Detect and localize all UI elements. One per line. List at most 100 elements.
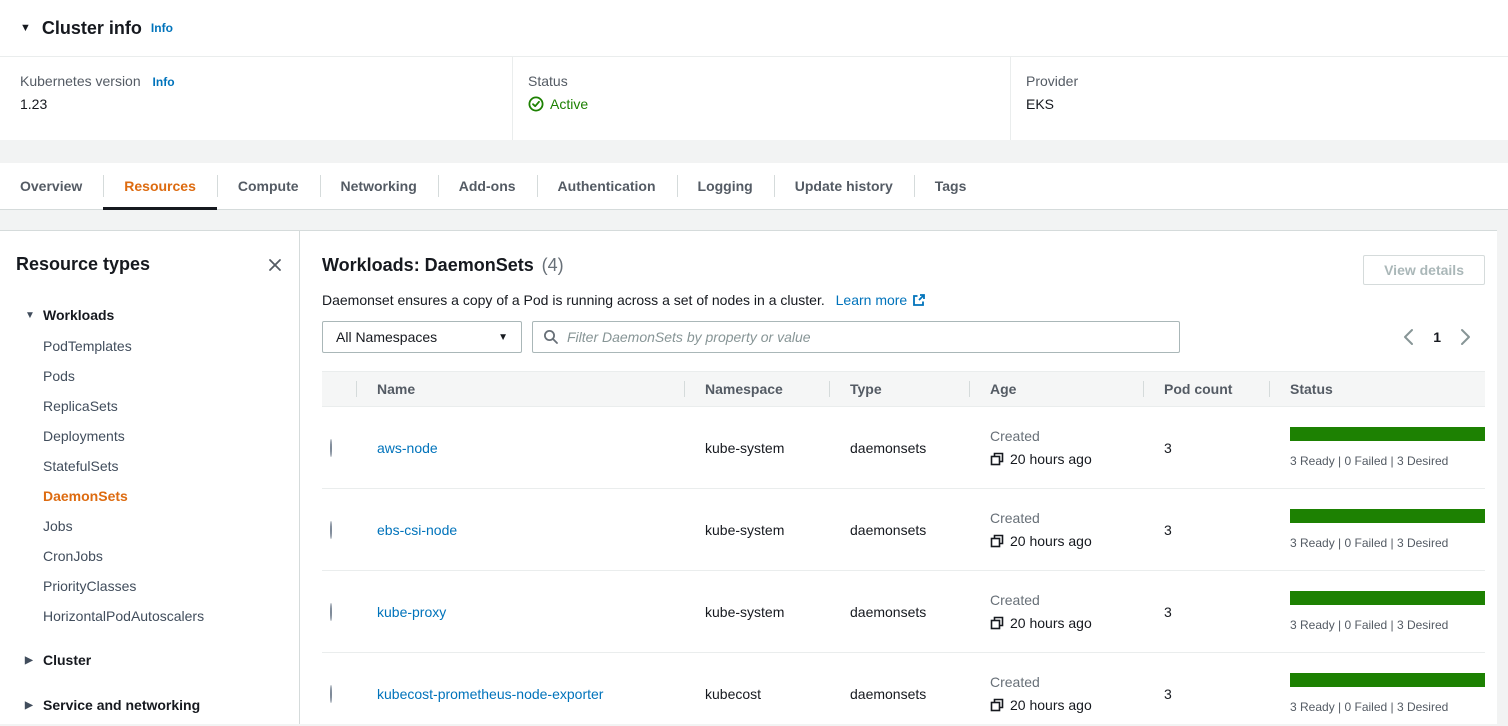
cluster-info-card: ▼ Cluster info Info Kubernetes version I… <box>0 0 1508 140</box>
type-cell: daemonsets <box>829 686 969 702</box>
row-select-radio[interactable] <box>330 685 332 703</box>
sidebar-item-deployments[interactable]: Deployments <box>43 421 285 451</box>
tab-logging[interactable]: Logging <box>677 163 774 209</box>
learn-more-link[interactable]: Learn more <box>836 292 927 308</box>
namespace-cell: kube-system <box>684 440 829 456</box>
row-select-radio[interactable] <box>330 521 332 539</box>
type-cell: daemonsets <box>829 604 969 620</box>
status-cell: 3 Ready | 0 Failed | 3 Desired <box>1269 427 1485 468</box>
sidebar-group-service-and-networking[interactable]: ▶ Service and networking <box>16 689 285 721</box>
provider-label: Provider <box>1026 73 1508 89</box>
copy-icon[interactable] <box>990 616 1004 630</box>
content-area: Resource types ▼ Workloads PodTemplates … <box>0 230 1497 724</box>
daemonset-name-link[interactable]: kubecost-prometheus-node-exporter <box>377 686 603 702</box>
status-bar <box>1290 673 1485 687</box>
column-header-namespace[interactable]: Namespace <box>684 372 829 406</box>
caret-right-icon: ▶ <box>25 655 43 666</box>
view-details-button[interactable]: View details <box>1363 255 1485 285</box>
age-cell: Created 20 hours ago <box>969 510 1143 549</box>
chevron-down-icon: ▼ <box>498 332 508 343</box>
status-bar <box>1290 509 1485 523</box>
table-row: kubecost-prometheus-node-exporter kubeco… <box>322 653 1485 726</box>
tab-authentication[interactable]: Authentication <box>537 163 677 209</box>
caret-down-icon[interactable]: ▼ <box>20 22 31 34</box>
status-cell: 3 Ready | 0 Failed | 3 Desired <box>1269 591 1485 632</box>
close-icon[interactable] <box>265 255 285 275</box>
table-header: Name Namespace Type Age Pod count Status <box>322 371 1485 407</box>
column-header-status[interactable]: Status <box>1269 372 1485 406</box>
sidebar-group-cluster[interactable]: ▶ Cluster <box>16 644 285 676</box>
age-cell: Created 20 hours ago <box>969 674 1143 713</box>
tab-bar: Overview Resources Compute Networking Ad… <box>0 163 1508 210</box>
tab-update-history[interactable]: Update history <box>774 163 914 209</box>
namespace-cell: kubecost <box>684 686 829 702</box>
copy-icon[interactable] <box>990 534 1004 548</box>
resource-types-title: Resource types <box>16 254 150 275</box>
sidebar-group-workloads[interactable]: ▼ Workloads <box>16 299 285 331</box>
tab-tags[interactable]: Tags <box>914 163 988 209</box>
column-header-age[interactable]: Age <box>969 372 1143 406</box>
row-select-radio[interactable] <box>330 439 332 457</box>
check-circle-icon <box>528 96 544 112</box>
status-cell: 3 Ready | 0 Failed | 3 Desired <box>1269 673 1485 714</box>
sidebar-item-statefulsets[interactable]: StatefulSets <box>43 451 285 481</box>
pod-count-cell: 3 <box>1143 440 1269 456</box>
column-header-pod-count[interactable]: Pod count <box>1143 372 1269 406</box>
sidebar-item-priorityclasses[interactable]: PriorityClasses <box>43 571 285 601</box>
sidebar-item-podtemplates[interactable]: PodTemplates <box>43 331 285 361</box>
sidebar-item-daemonsets[interactable]: DaemonSets <box>43 481 285 511</box>
provider-field: Provider EKS <box>1010 57 1508 140</box>
daemonset-name-link[interactable]: aws-node <box>377 440 438 456</box>
tab-overview[interactable]: Overview <box>0 163 103 209</box>
resource-types-panel: Resource types ▼ Workloads PodTemplates … <box>0 231 300 724</box>
sidebar-item-pods[interactable]: Pods <box>43 361 285 391</box>
sidebar-item-jobs[interactable]: Jobs <box>43 511 285 541</box>
page-number[interactable]: 1 <box>1433 329 1441 345</box>
status-bar <box>1290 591 1485 605</box>
pod-count-cell: 3 <box>1143 686 1269 702</box>
kubernetes-version-field: Kubernetes version Info 1.23 <box>0 57 512 140</box>
table-row: ebs-csi-node kube-system daemonsets Crea… <box>322 489 1485 571</box>
pod-count-cell: 3 <box>1143 522 1269 538</box>
age-cell: Created 20 hours ago <box>969 592 1143 631</box>
tab-add-ons[interactable]: Add-ons <box>438 163 537 209</box>
column-header-type[interactable]: Type <box>829 372 969 406</box>
caret-right-icon: ▶ <box>25 700 43 711</box>
search-input[interactable] <box>567 329 1169 345</box>
filter-search-box <box>532 321 1180 353</box>
daemonset-name-link[interactable]: ebs-csi-node <box>377 522 457 538</box>
pod-count-cell: 3 <box>1143 604 1269 620</box>
column-header-name[interactable]: Name <box>356 372 684 406</box>
status-cell: 3 Ready | 0 Failed | 3 Desired <box>1269 509 1485 550</box>
tab-resources[interactable]: Resources <box>103 163 217 209</box>
kubernetes-version-info-link[interactable]: Info <box>153 75 175 89</box>
type-cell: daemonsets <box>829 440 969 456</box>
copy-icon[interactable] <box>990 698 1004 712</box>
sidebar-item-cronjobs[interactable]: CronJobs <box>43 541 285 571</box>
panel-title: Workloads: DaemonSets <box>322 255 534 275</box>
next-page-icon[interactable] <box>1458 326 1473 348</box>
namespace-cell: kube-system <box>684 604 829 620</box>
tab-networking[interactable]: Networking <box>320 163 438 209</box>
status-label: Status <box>528 73 1010 89</box>
page-title: Cluster info <box>42 18 142 39</box>
search-icon <box>543 329 559 345</box>
daemonsets-panel: Workloads: DaemonSets (4) View details D… <box>300 231 1497 724</box>
item-count: (4) <box>542 255 564 275</box>
namespace-select[interactable]: All Namespaces ▼ <box>322 321 522 353</box>
daemonset-name-link[interactable]: kube-proxy <box>377 604 446 620</box>
type-cell: daemonsets <box>829 522 969 538</box>
row-select-radio[interactable] <box>330 603 332 621</box>
status-bar <box>1290 427 1485 441</box>
table-row: kube-proxy kube-system daemonsets Create… <box>322 571 1485 653</box>
copy-icon[interactable] <box>990 452 1004 466</box>
provider-value: EKS <box>1026 96 1508 112</box>
caret-down-icon: ▼ <box>25 310 43 321</box>
tab-compute[interactable]: Compute <box>217 163 320 209</box>
previous-page-icon[interactable] <box>1401 326 1416 348</box>
sidebar-item-horizontalpodautoscalers[interactable]: HorizontalPodAutoscalers <box>43 601 285 631</box>
external-link-icon <box>912 293 926 307</box>
cluster-info-info-link[interactable]: Info <box>151 21 173 35</box>
sidebar-item-replicasets[interactable]: ReplicaSets <box>43 391 285 421</box>
status-badge: Active <box>550 96 588 112</box>
